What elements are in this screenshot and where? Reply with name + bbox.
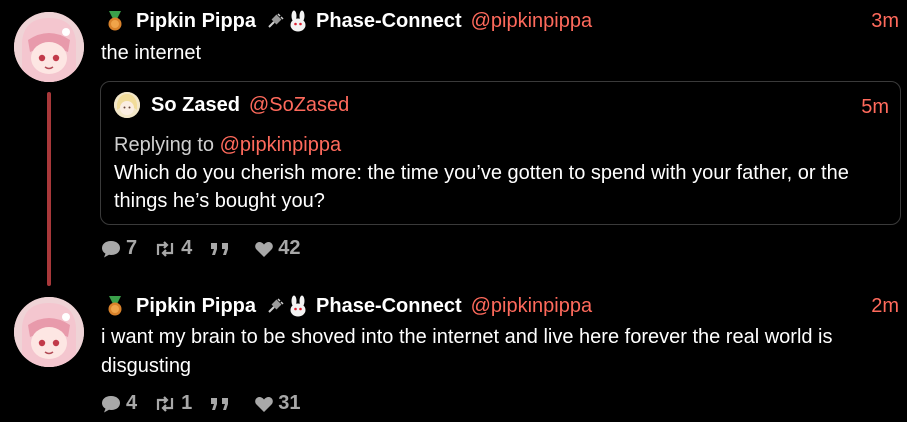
display-name[interactable]: Pipkin Pippa bbox=[136, 295, 256, 318]
user-handle[interactable]: @pipkinpippa bbox=[471, 295, 593, 318]
group-name[interactable]: Phase-Connect bbox=[316, 10, 462, 33]
reply-button[interactable]: 4 bbox=[100, 392, 137, 415]
heart-icon bbox=[255, 241, 274, 257]
post-header: Pipkin Pippa Phase-Connect @pipkinpippa bbox=[104, 293, 592, 319]
medal-icon bbox=[108, 11, 122, 31]
avatar[interactable] bbox=[14, 12, 84, 82]
heart-icon bbox=[255, 396, 274, 412]
post-header: Pipkin Pippa Phase-Connect @pipkinpippa bbox=[104, 8, 592, 34]
quoted-text: Which do you cherish more: the time you’… bbox=[114, 162, 849, 212]
replying-handle[interactable]: @pipkinpippa bbox=[220, 134, 342, 156]
reply-count: 7 bbox=[126, 237, 138, 259]
reply-icon bbox=[102, 240, 120, 257]
post[interactable]: Pipkin Pippa Phase-Connect @pipkinpippa … bbox=[0, 288, 907, 422]
timestamp[interactable]: 2m bbox=[871, 295, 899, 318]
repost-button[interactable]: 4 bbox=[153, 237, 192, 260]
medal-icon bbox=[108, 296, 122, 316]
like-button[interactable]: 42 bbox=[254, 237, 301, 260]
repost-icon bbox=[157, 240, 174, 257]
repost-button[interactable]: 1 bbox=[153, 392, 192, 415]
like-count: 42 bbox=[278, 237, 301, 259]
avatar[interactable] bbox=[14, 297, 84, 367]
plug-icon bbox=[268, 298, 284, 313]
user-handle[interactable]: @pipkinpippa bbox=[471, 10, 593, 33]
quoted-timestamp[interactable]: 5m bbox=[861, 96, 889, 119]
post[interactable]: Pipkin Pippa Phase-Connect @pipkinpippa … bbox=[0, 0, 907, 286]
group-name[interactable]: Phase-Connect bbox=[316, 295, 462, 318]
replying-to: Replying to @pipkinpippa bbox=[114, 134, 341, 157]
replying-prefix: Replying to bbox=[114, 134, 215, 156]
thread-line bbox=[47, 92, 51, 286]
reply-button[interactable]: 7 bbox=[100, 237, 137, 260]
post-text: the internet bbox=[101, 42, 202, 64]
reply-icon bbox=[102, 395, 120, 412]
quoted-display-name[interactable]: So Zased bbox=[151, 94, 240, 117]
repost-icon bbox=[157, 395, 174, 412]
quote-button[interactable] bbox=[208, 240, 236, 258]
post-actions: 4 1 31 bbox=[100, 392, 317, 415]
like-button[interactable]: 31 bbox=[254, 392, 301, 415]
post-text: i want my brain to be shoved into the in… bbox=[101, 326, 833, 377]
repost-count: 4 bbox=[181, 237, 193, 259]
reply-count: 4 bbox=[126, 392, 138, 414]
quoted-handle[interactable]: @SoZased bbox=[249, 94, 349, 117]
repost-count: 1 bbox=[181, 392, 193, 414]
bunny-icon bbox=[290, 295, 306, 317]
quoted-avatar[interactable] bbox=[114, 92, 140, 118]
quote-icon bbox=[211, 242, 229, 255]
quoted-post[interactable]: So Zased @SoZased 5m Replying to @pipkin… bbox=[100, 81, 901, 225]
post-actions: 7 4 42 bbox=[100, 237, 317, 260]
bunny-icon bbox=[290, 10, 306, 32]
quoted-header: So Zased @SoZased bbox=[151, 94, 349, 117]
display-name[interactable]: Pipkin Pippa bbox=[136, 10, 256, 33]
plug-icon bbox=[268, 13, 284, 28]
like-count: 31 bbox=[278, 392, 301, 414]
timestamp[interactable]: 3m bbox=[871, 10, 899, 33]
quote-button[interactable] bbox=[208, 395, 236, 413]
quote-icon bbox=[211, 397, 229, 410]
